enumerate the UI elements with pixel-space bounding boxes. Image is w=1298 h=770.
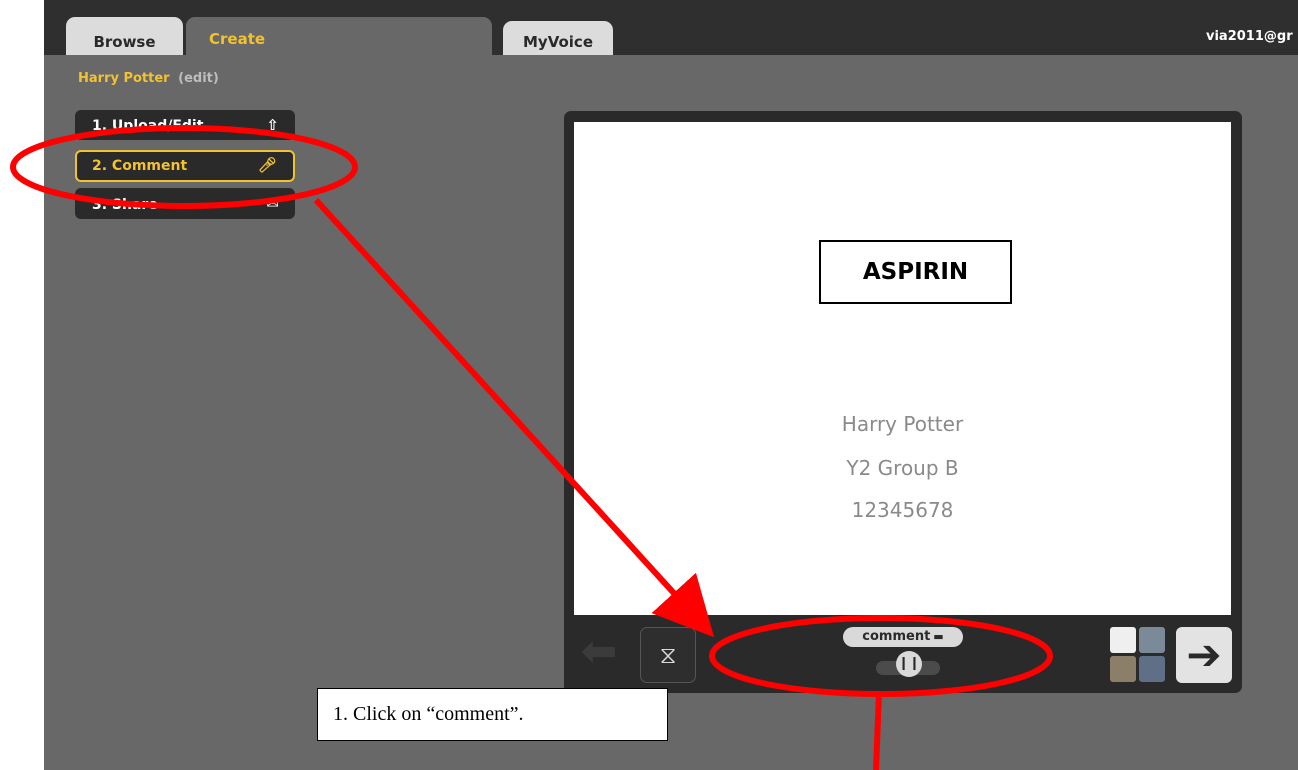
next-arrow-icon[interactable]: ➔	[1176, 627, 1232, 683]
slide-heading: ASPIRIN	[819, 240, 1012, 304]
voicethread-app: Browse Create MyVoice via2011@gr Harry P…	[44, 0, 1298, 770]
comment-button[interactable]: comment ▬	[843, 627, 963, 647]
slide-viewer: ASPIRIN Harry Potter Y2 Group B 12345678…	[564, 111, 1242, 693]
speech-bubble-icon: ▬	[933, 630, 944, 643]
tab-myvoice[interactable]: MyVoice	[503, 21, 613, 55]
user-email[interactable]: via2011@gr	[1206, 29, 1298, 44]
microphone-icon: 🎤︎	[257, 156, 277, 174]
comment-label: comment	[862, 629, 931, 644]
instruction-callout: 1. Click on “comment”.	[317, 688, 668, 741]
slide-line-group: Y2 Group B	[846, 456, 959, 480]
slide-line-name: Harry Potter	[841, 412, 964, 436]
slide-line-id: 12345678	[851, 498, 954, 522]
step-label: 1. Upload/Edit	[92, 118, 204, 134]
step-label: 2. Comment	[92, 158, 188, 174]
share-icon: ✉	[266, 194, 279, 212]
step-label: 3. Share	[92, 197, 158, 213]
hourglass-icon[interactable]: ⧖	[640, 627, 696, 683]
step-upload-edit[interactable]: 1. Upload/Edit ⇧	[75, 110, 295, 140]
top-bar: Browse Create MyVoice via2011@gr	[44, 0, 1298, 55]
project-title-row: Harry Potter (edit)	[78, 71, 219, 86]
thumbnail[interactable]	[1110, 627, 1136, 653]
project-title: Harry Potter	[78, 71, 170, 86]
tab-browse[interactable]: Browse	[66, 17, 183, 55]
previous-arrow-icon[interactable]: ⬅	[577, 628, 621, 676]
edit-link[interactable]: (edit)	[178, 71, 219, 86]
playback-control[interactable]: ❙❙	[876, 651, 940, 683]
slide-thumbnails[interactable]	[1110, 627, 1166, 683]
step-comment[interactable]: 2. Comment 🎤︎	[75, 150, 295, 182]
thumbnail[interactable]	[1139, 656, 1165, 682]
slide-canvas: ASPIRIN Harry Potter Y2 Group B 12345678	[574, 122, 1231, 615]
thumbnail[interactable]	[1110, 656, 1136, 682]
step-share[interactable]: 3. Share ✉	[75, 188, 295, 219]
upload-icon: ⇧	[266, 116, 279, 134]
thumbnail[interactable]	[1139, 627, 1165, 653]
tab-create[interactable]: Create	[186, 17, 492, 55]
pause-icon[interactable]: ❙❙	[896, 651, 922, 677]
